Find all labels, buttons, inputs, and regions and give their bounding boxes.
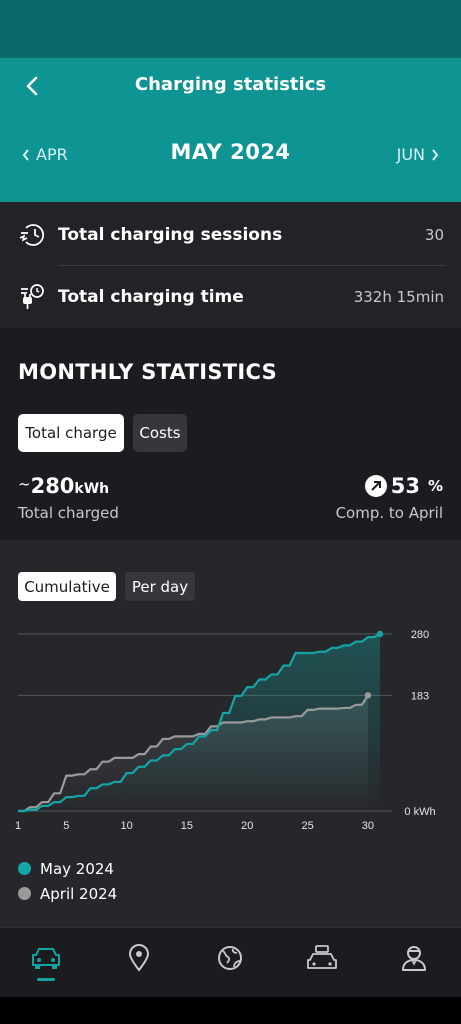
tab-total-charge[interactable]: Total charge — [18, 414, 124, 452]
chart-area: Cumulative Per day 280 183 0 kWh 1 5 10 15 20 2… — [0, 540, 461, 927]
legend-dot — [18, 887, 31, 900]
total-number: 280 — [30, 474, 75, 498]
comparison-value: 53% — [364, 474, 443, 498]
profile-icon — [402, 946, 426, 971]
monthly-statistics: MONTHLY STATISTICS Total charge Costs ~2… — [0, 328, 461, 540]
x-tick-label: 1 — [15, 820, 21, 832]
comparison-unit: % — [427, 477, 443, 495]
next-month-label: JUN — [396, 145, 425, 164]
arrow-up-right-icon — [364, 475, 387, 497]
month-navigation: APR MAY 2024 JUN — [0, 140, 461, 170]
header: Charging statistics APR MAY 2024 JUN — [0, 58, 461, 202]
total-unit: kWh — [74, 481, 110, 497]
x-tick-label: 10 — [120, 820, 132, 832]
nav-car[interactable] — [28, 942, 64, 974]
sessions-row: Total charging sessions 30 — [0, 204, 461, 266]
y-tick-label: 183 — [411, 690, 429, 702]
time-value: 332h 15min — [353, 288, 444, 306]
charging-time-icon — [21, 284, 44, 309]
legend-item-may: May 2024 — [18, 856, 117, 881]
nav-explore[interactable] — [212, 942, 248, 974]
x-tick-label: 20 — [241, 820, 253, 832]
x-tick-label: 5 — [63, 820, 69, 832]
x-tick-label: 15 — [181, 820, 193, 832]
status-bar — [0, 0, 461, 58]
x-tick-label: 30 — [362, 820, 374, 832]
legend-dot — [18, 862, 31, 875]
charging-session-icon — [19, 224, 45, 246]
legend-label: May 2024 — [40, 859, 114, 878]
x-tick-label: 25 — [301, 820, 313, 832]
y-tick-label: 280 — [411, 629, 429, 641]
time-row: Total charging time 332h 15min — [0, 266, 461, 328]
legend-label: April 2024 — [40, 884, 118, 903]
car-service-icon — [307, 945, 337, 969]
current-month: MAY 2024 — [170, 140, 291, 164]
sessions-value: 30 — [424, 226, 444, 244]
tab-costs[interactable]: Costs — [133, 414, 187, 452]
total-charged-value: ~280kWh — [18, 474, 109, 498]
chevron-right-icon — [432, 148, 439, 161]
nav-location[interactable] — [121, 942, 157, 974]
approx-sign: ~ — [18, 475, 31, 493]
y-tick-label: 0 kWh — [404, 806, 435, 818]
location-pin-icon — [128, 944, 150, 972]
next-month-button[interactable]: JUN — [397, 145, 439, 164]
nav-profile[interactable] — [396, 942, 432, 974]
nav-services[interactable] — [304, 942, 340, 974]
bottom-navigation — [0, 927, 461, 997]
chart-legend: May 2024 April 2024 — [18, 856, 117, 906]
comparison-label: Comp. to April — [335, 504, 443, 522]
active-indicator — [37, 978, 55, 981]
charging-summary: Total charging sessions 30 Total chargin… — [0, 202, 461, 328]
page-title: Charging statistics — [134, 74, 327, 95]
toggle-cumulative[interactable]: Cumulative — [18, 572, 116, 601]
car-icon — [32, 948, 60, 969]
toggle-per-day[interactable]: Per day — [125, 572, 195, 601]
series-end-point — [376, 630, 384, 638]
time-label: Total charging time — [58, 287, 244, 307]
section-title: MONTHLY STATISTICS — [18, 360, 278, 384]
series-end-point — [364, 692, 372, 699]
total-charged-label: Total charged — [18, 504, 119, 522]
system-bar — [0, 997, 461, 1024]
globe-icon — [218, 946, 242, 970]
legend-item-april: April 2024 — [18, 881, 117, 906]
comparison-number: 53 — [390, 474, 420, 498]
sessions-label: Total charging sessions — [58, 225, 283, 245]
